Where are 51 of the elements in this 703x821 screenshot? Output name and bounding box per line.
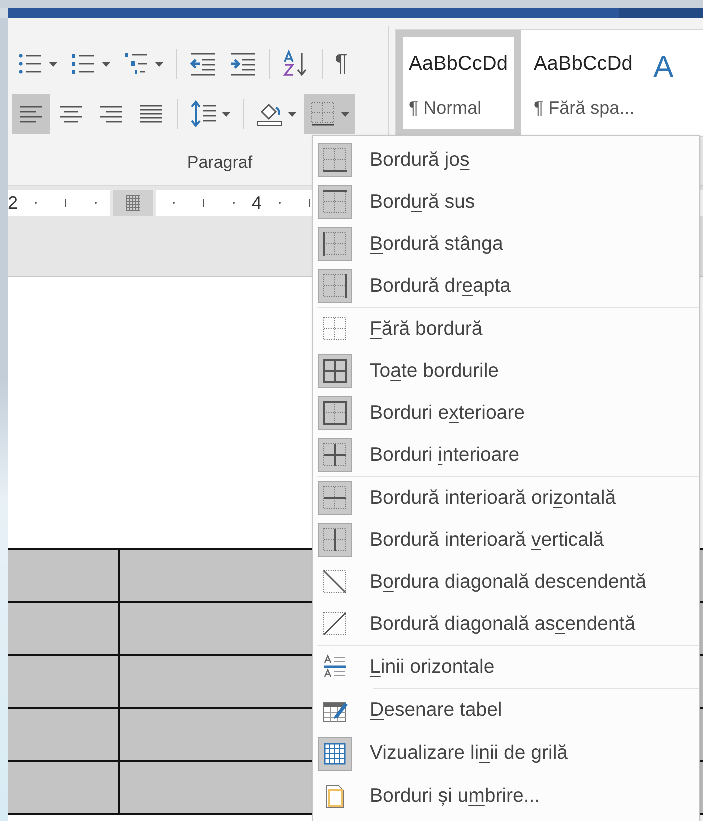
style-sample: AaBbCcDd	[534, 53, 633, 76]
menu-item[interactable]: Bordură interioară orizontală	[313, 477, 699, 519]
no-border-icon	[322, 316, 348, 342]
menu-item[interactable]: Desenare tabel	[313, 689, 699, 732]
top-border-icon	[322, 189, 348, 215]
bottom-border-icon	[322, 147, 348, 173]
style-item[interactable]: AaBbCcDd ¶ Normal	[396, 30, 521, 136]
menu-item[interactable]: Borduri și umbrire...	[313, 775, 699, 818]
hatch-icon	[126, 195, 140, 211]
menu-item[interactable]: Bordură jos	[313, 139, 699, 181]
borders-icon	[309, 100, 337, 128]
menu-item[interactable]: Borduri exterioare	[313, 392, 699, 434]
caret-icon	[222, 112, 231, 116]
inside-borders-icon	[322, 442, 348, 468]
caret-icon	[341, 112, 350, 116]
style-name: ¶ Normal	[409, 98, 482, 119]
borders-button[interactable]	[304, 94, 355, 134]
menu-item[interactable]: Vizualizare linii de grilă	[313, 732, 699, 775]
outside-borders-icon	[322, 400, 348, 426]
menu-item[interactable]: Bordură interioară verticală	[313, 519, 699, 561]
column-marker[interactable]	[113, 190, 154, 216]
align-left-button[interactable]	[12, 94, 50, 134]
show-formatting-button[interactable]: ¶	[330, 44, 353, 84]
inside-horizontal-border-icon	[322, 485, 348, 511]
caret-icon	[288, 112, 297, 116]
diagonal-up-border-icon	[322, 611, 348, 637]
menu-item[interactable]: Toate bordurile	[313, 350, 699, 392]
ruler-number: 2	[8, 192, 18, 214]
style-item[interactable]: A	[640, 30, 680, 136]
menu-item[interactable]: Bordură dreapta	[313, 265, 699, 307]
style-item[interactable]: AaBbCcDd ¶ Fără spa...	[520, 30, 641, 136]
inside-vertical-border-icon	[322, 527, 348, 553]
menu-item[interactable]: Borduri interioare	[313, 434, 699, 476]
menu-item[interactable]: Linii orizontale	[313, 646, 699, 688]
horizontal-line-icon	[322, 654, 348, 680]
group-label: Paragraf	[186, 153, 253, 173]
style-name: ¶ Fără spa...	[534, 98, 635, 119]
all-borders-icon	[322, 358, 348, 384]
caret-icon	[49, 62, 58, 66]
caret-icon	[155, 62, 164, 66]
style-sample: A	[654, 53, 674, 83]
style-sample: AaBbCcDd	[409, 53, 508, 76]
ruler-number: 4	[252, 192, 262, 214]
menu-item[interactable]: Fără bordură	[313, 308, 699, 350]
line-spacing-icon	[190, 100, 218, 128]
gridlines-icon	[322, 740, 348, 766]
right-border-icon	[322, 273, 348, 299]
diagonal-down-border-icon	[322, 569, 348, 595]
caret-icon	[102, 62, 111, 66]
left-border-icon	[322, 231, 348, 257]
menu-item[interactable]: Bordură sus	[313, 181, 699, 223]
